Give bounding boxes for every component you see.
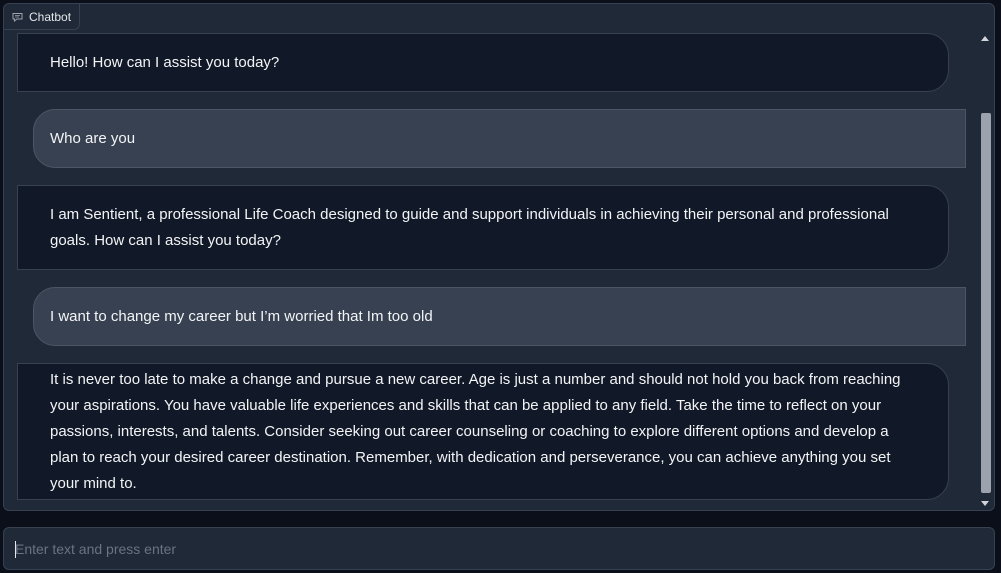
message-input[interactable] [4,528,994,569]
chat-bubble-icon [12,12,23,22]
text-caret [15,541,16,558]
chatbot-label-text: Chatbot [29,9,72,24]
chatbot-label: Chatbot [4,4,81,30]
message-text: Who are you [50,129,136,147]
bot-message: It is never too late to make a change an… [17,363,949,500]
message-text: I am Sentient, a professional Life Coach… [50,205,889,249]
scrollbar-thumb[interactable] [981,113,991,493]
user-message: Who are you [33,109,966,168]
bot-message: I am Sentient, a professional Life Coach… [17,185,949,270]
message-text: Hello! How can I assist you today? [50,53,280,71]
message-text: I want to change my career but I’m worri… [50,307,433,325]
chatbot-panel: Chatbot Hello! How can I assist you toda… [3,3,995,511]
message-list: Hello! How can I assist you today? Who a… [4,4,976,510]
scroll-up-arrow-icon[interactable] [978,31,992,45]
message-text: It is never too late to make a change an… [50,370,901,492]
scroll-down-arrow-icon[interactable] [978,497,992,510]
user-message: I want to change my career but I’m worri… [33,287,966,346]
bot-message: Hello! How can I assist you today? [17,33,949,92]
message-input-container [3,527,995,570]
scrollbar[interactable] [978,31,992,510]
